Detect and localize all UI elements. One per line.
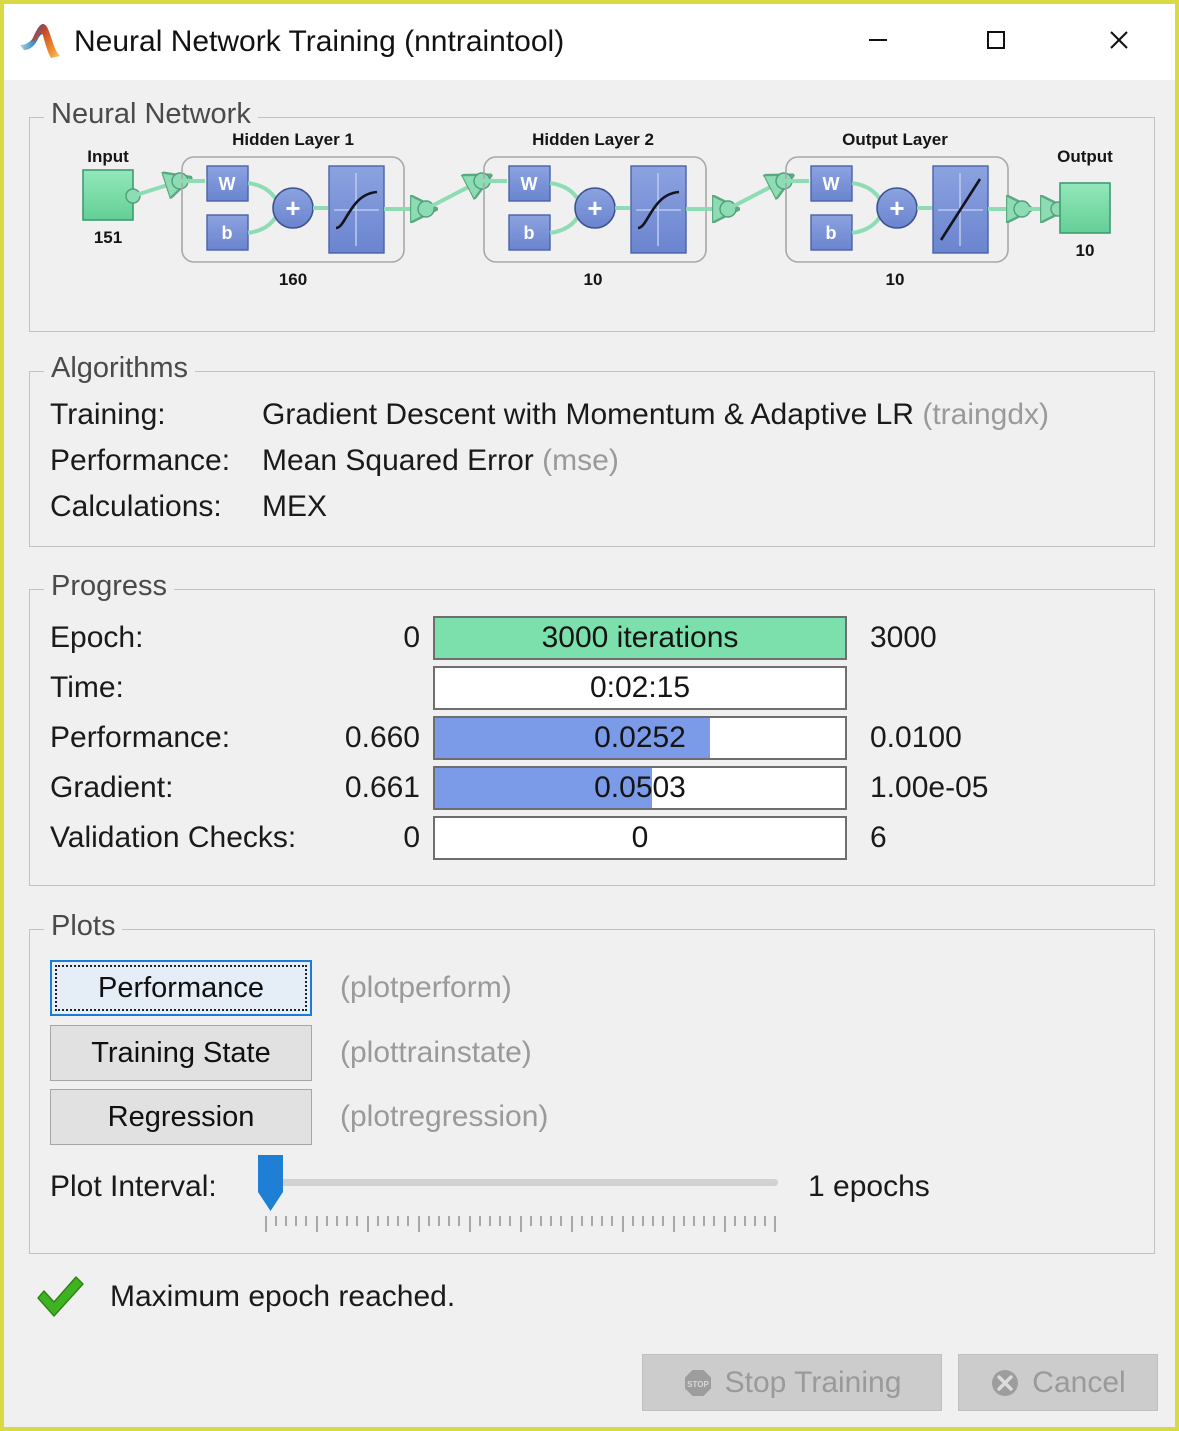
svg-text:Output Layer: Output Layer bbox=[842, 130, 948, 149]
performance-plot-function: (plotperform) bbox=[340, 971, 512, 1004]
slider-track[interactable] bbox=[270, 1179, 778, 1186]
svg-text:+: + bbox=[889, 193, 904, 223]
close-button[interactable] bbox=[1081, 4, 1157, 76]
progress-row-epoch: Epoch: 0 3000 iterations 3000 bbox=[30, 616, 1154, 662]
epoch-start-value: 0 bbox=[403, 621, 420, 654]
performance-value: Mean Squared Error bbox=[262, 444, 534, 477]
training-function: (traingdx) bbox=[922, 398, 1050, 431]
svg-text:10: 10 bbox=[886, 270, 905, 289]
training-state-plot-function: (plottrainstate) bbox=[340, 1036, 532, 1069]
performance-label: Performance: bbox=[50, 444, 231, 477]
svg-text:W: W bbox=[521, 174, 538, 194]
close-icon bbox=[1110, 31, 1128, 49]
status-message: Maximum epoch reached. bbox=[110, 1280, 456, 1313]
validation-target-value: 6 bbox=[870, 821, 887, 854]
slider-tick-marks bbox=[265, 1216, 776, 1232]
algorithms-group-title: Algorithms bbox=[44, 352, 195, 385]
gradient-label: Gradient: bbox=[50, 771, 174, 804]
stop-training-button[interactable]: STOP Stop Training bbox=[642, 1354, 942, 1411]
training-state-plot-button[interactable]: Training State bbox=[50, 1025, 312, 1081]
svg-text:10: 10 bbox=[1076, 241, 1095, 260]
svg-text:b: b bbox=[826, 223, 837, 243]
gradient-progress-bar: 0.0503 bbox=[433, 766, 847, 810]
svg-text:Hidden Layer 1: Hidden Layer 1 bbox=[232, 130, 354, 149]
maximize-icon bbox=[987, 31, 1005, 49]
nntraintool-window: Neural Network Training (nntraintool) Ne… bbox=[0, 0, 1179, 1431]
progress-row-performance: Performance: 0.660 0.0252 0.0100 bbox=[30, 716, 1154, 762]
stop-sign-icon: STOP bbox=[683, 1368, 713, 1398]
progress-row-validation: Validation Checks: 0 0 6 bbox=[30, 816, 1154, 862]
calculations-value: MEX bbox=[262, 490, 328, 523]
regression-plot-function: (plotregression) bbox=[340, 1100, 549, 1133]
time-progress-bar: 0:02:15 bbox=[433, 666, 847, 710]
training-value: Gradient Descent with Momentum & Adaptiv… bbox=[262, 398, 914, 431]
calculations-label: Calculations: bbox=[50, 490, 222, 523]
time-label: Time: bbox=[50, 671, 124, 704]
validation-progress-bar: 0 bbox=[433, 816, 847, 860]
svg-text:W: W bbox=[219, 174, 236, 194]
svg-text:151: 151 bbox=[94, 228, 122, 247]
perf-start-value: 0.660 bbox=[344, 721, 420, 754]
green-check-icon bbox=[37, 1276, 84, 1317]
perf-progress-bar: 0.0252 bbox=[433, 716, 847, 760]
window-title: Neural Network Training (nntraintool) bbox=[74, 25, 565, 58]
svg-text:10: 10 bbox=[584, 270, 603, 289]
cancel-circle-icon bbox=[990, 1368, 1020, 1398]
svg-text:+: + bbox=[587, 193, 602, 223]
maximize-button[interactable] bbox=[958, 4, 1034, 76]
stop-training-label: Stop Training bbox=[724, 1365, 902, 1399]
performance-plot-button[interactable]: Performance bbox=[50, 960, 312, 1016]
cancel-button[interactable]: Cancel bbox=[958, 1354, 1158, 1411]
perf-label: Performance: bbox=[50, 721, 231, 754]
status-row: Maximum epoch reached. bbox=[34, 1274, 455, 1320]
epoch-target-value: 3000 bbox=[870, 621, 937, 654]
progress-group-title: Progress bbox=[44, 570, 175, 603]
slider-thumb[interactable] bbox=[257, 1154, 284, 1212]
gradient-start-value: 0.661 bbox=[344, 771, 420, 804]
validation-start-value: 0 bbox=[403, 821, 420, 854]
regression-plot-button[interactable]: Regression bbox=[50, 1089, 312, 1145]
plot-interval-value: 1 epochs bbox=[808, 1170, 930, 1203]
algorithms-panel: Algorithms Training: Gradient Descent wi… bbox=[29, 352, 1155, 547]
cancel-label: Cancel bbox=[1032, 1365, 1126, 1399]
gradient-target-value: 1.00e-05 bbox=[870, 771, 989, 804]
perf-bar-text: 0.0252 bbox=[594, 721, 686, 754]
epoch-bar-text: 3000 iterations bbox=[541, 621, 739, 654]
gradient-bar-text: 0.0503 bbox=[594, 771, 686, 804]
svg-text:160: 160 bbox=[279, 270, 307, 289]
validation-bar-text: 0 bbox=[631, 821, 649, 854]
performance-function: (mse) bbox=[542, 444, 619, 477]
performance-value-row: Mean Squared Error (mse) bbox=[262, 444, 619, 478]
plot-interval-label: Plot Interval: bbox=[50, 1170, 217, 1203]
epoch-label: Epoch: bbox=[50, 621, 144, 654]
svg-text:b: b bbox=[222, 223, 233, 243]
training-value-row: Gradient Descent with Momentum & Adaptiv… bbox=[262, 398, 1049, 432]
svg-text:W: W bbox=[823, 174, 840, 194]
progress-row-gradient: Gradient: 0.661 0.0503 1.00e-05 bbox=[30, 766, 1154, 812]
title-bar: Neural Network Training (nntraintool) bbox=[4, 4, 1175, 80]
svg-text:Hidden Layer 2: Hidden Layer 2 bbox=[532, 130, 654, 149]
epoch-progress-bar: 3000 iterations bbox=[433, 616, 847, 660]
neural-network-panel: Neural Network Input 151 Hidden Layer 1 … bbox=[29, 98, 1155, 332]
svg-text:STOP: STOP bbox=[687, 1380, 709, 1389]
minimize-button[interactable] bbox=[840, 4, 916, 76]
matlab-membrane-icon bbox=[20, 24, 60, 58]
minimize-icon bbox=[869, 39, 887, 41]
plots-group-title: Plots bbox=[44, 910, 123, 943]
network-diagram: Input 151 Hidden Layer 1 160 W b + Hidde… bbox=[82, 130, 1113, 289]
plot-interval-slider[interactable] bbox=[252, 1148, 782, 1234]
time-bar-text: 0:02:15 bbox=[589, 671, 691, 704]
svg-text:b: b bbox=[524, 223, 535, 243]
calculations-value-row: MEX bbox=[262, 490, 327, 524]
plots-panel: Plots Performance (plotperform) Training… bbox=[29, 910, 1155, 1254]
perf-target-value: 0.0100 bbox=[870, 721, 962, 754]
progress-row-time: Time: 0:02:15 bbox=[30, 666, 1154, 712]
training-label: Training: bbox=[50, 398, 166, 431]
svg-text:Output: Output bbox=[1057, 147, 1113, 166]
svg-text:+: + bbox=[285, 193, 300, 223]
svg-text:Input: Input bbox=[87, 147, 129, 166]
progress-panel: Progress Epoch: 0 3000 iterations 3000 T… bbox=[29, 570, 1155, 886]
